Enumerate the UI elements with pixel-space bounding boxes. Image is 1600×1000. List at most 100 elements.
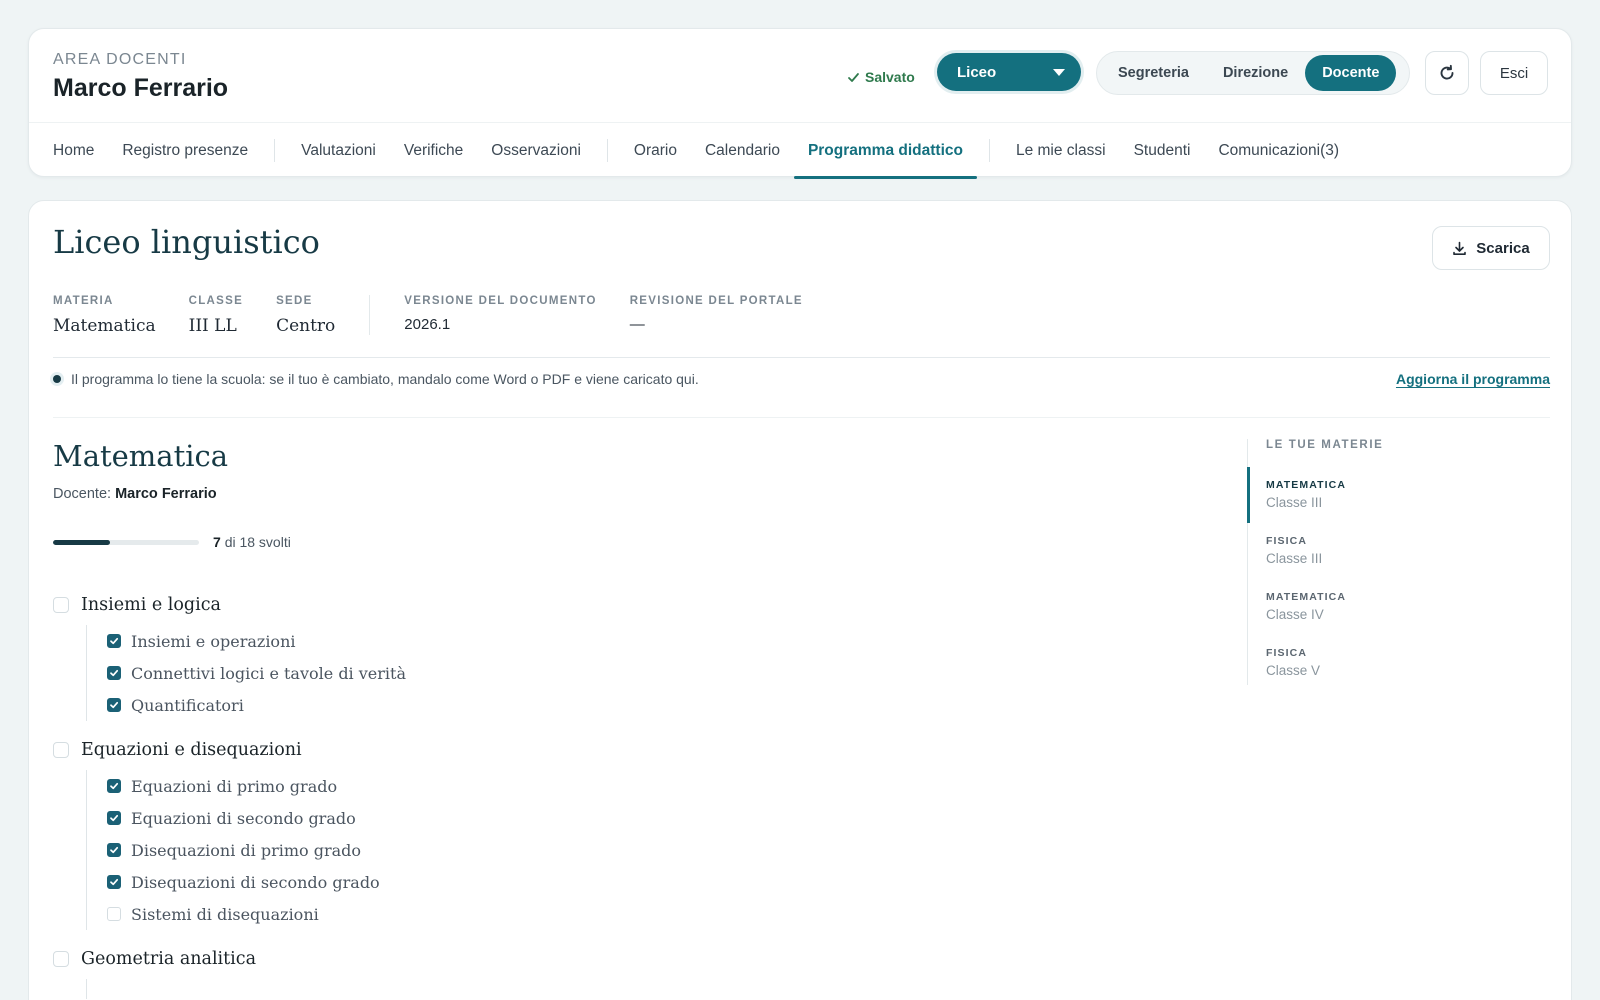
divider (53, 357, 1550, 358)
role-docente-button[interactable]: Docente (1305, 55, 1397, 91)
subtopic-checkbox[interactable] (107, 666, 121, 680)
subject-item-class: Classe III (1266, 551, 1323, 566)
subject-item-fisica-iii[interactable]: FISICA Classe III (1248, 523, 1547, 579)
meta-divider (369, 295, 371, 335)
nav-programma-didattico[interactable]: Programma didattico (793, 123, 977, 179)
topic-header: Insiemi e logica (53, 593, 1153, 617)
subtopic-checkbox[interactable] (107, 811, 121, 825)
subtopic-checkbox[interactable] (107, 875, 121, 889)
info-banner: Il programma lo tiene la scuola: se il t… (53, 371, 1550, 387)
subject-item-class: Classe IV (1266, 607, 1324, 622)
topic-list: Insiemi e logica Insiemi e operazioni Co… (53, 593, 1153, 1000)
subtopic-label: Equazioni di secondo grado (131, 808, 356, 828)
progress-done: 7 (213, 534, 221, 550)
meta-versione-value: 2026.1 (404, 316, 451, 333)
meta-sede-label: SEDE (276, 295, 313, 307)
program-card: Liceo linguistico Scarica MATERIA Matema… (28, 200, 1572, 1000)
progress-suffix: di 18 svolti (224, 534, 291, 550)
subject-item-fisica-v[interactable]: FISICA Classe V (1248, 635, 1547, 691)
divider (53, 417, 1550, 418)
nav-home[interactable]: Home (39, 123, 108, 178)
document-meta: MATERIA Matematica CLASSE III LL SEDE Ce… (53, 295, 836, 336)
subtopic-label: Disequazioni di primo grado (131, 840, 362, 860)
subtopic-checkbox[interactable] (107, 843, 121, 857)
role-segreteria-button[interactable]: Segreteria (1101, 55, 1206, 91)
nav-comunicazioni[interactable]: Comunicazioni(3) (1204, 123, 1353, 178)
chevron-down-icon (1053, 68, 1065, 76)
meta-classe-label: CLASSE (188, 295, 244, 307)
meta-classe-value: III LL (188, 316, 237, 336)
nav-verifiche[interactable]: Verifiche (390, 123, 477, 178)
topic-checkbox[interactable] (53, 742, 69, 758)
subtopic-checkbox[interactable] (107, 779, 121, 793)
topic-item: Equazioni e disequazioni Equazioni di pr… (53, 738, 1153, 930)
topic-label: Equazioni e disequazioni (81, 740, 302, 760)
meta-revisione-value: — (629, 316, 645, 333)
subtopic-item: Quantificatori (107, 689, 1153, 721)
download-button[interactable]: Scarica (1432, 226, 1550, 270)
meta-sede: SEDE Centro (276, 295, 335, 336)
meta-classe: CLASSE III LL (189, 295, 243, 336)
nav-orario[interactable]: Orario (620, 123, 691, 178)
progress-fill (53, 539, 110, 545)
subtopic-item: Connettivi logici e tavole di verità (107, 657, 1153, 689)
meta-materia-value: Matematica (53, 316, 156, 336)
subtopic-item: Equazioni di primo grado (107, 770, 1153, 802)
subject-item-name: MATEMATICA (1266, 479, 1347, 491)
nav-registro-presenze[interactable]: Registro presenze (108, 123, 262, 178)
main-nav: Home Registro presenze Valutazioni Verif… (29, 122, 1571, 179)
document-title: Liceo linguistico (53, 223, 320, 261)
meta-versione-label: VERSIONE DEL DOCUMENTO (404, 295, 597, 307)
download-label: Scarica (1476, 239, 1530, 257)
saved-status: Salvato (847, 65, 915, 89)
meta-sede-value: Centro (276, 316, 336, 336)
school-select-value: Liceo (957, 63, 997, 81)
subject-item-matematica-iii[interactable]: MATEMATICA Classe III (1247, 467, 1547, 523)
nav-valutazioni[interactable]: Valutazioni (287, 123, 390, 178)
topic-label: Geometria analitica (81, 949, 257, 969)
topic-label: Insiemi e logica (81, 595, 221, 615)
topic-checkbox[interactable] (53, 597, 69, 613)
meta-revisione: REVISIONE DEL PORTALE — (630, 295, 803, 336)
info-dot-icon (53, 375, 61, 383)
exit-button[interactable]: Esci (1480, 51, 1548, 95)
meta-materia-label: MATERIA (53, 295, 114, 307)
teacher-line: Docente: Marco Ferrario (53, 486, 217, 502)
teacher-name: Marco Ferrario (115, 486, 217, 502)
topic-header: Geometria analitica (53, 947, 1153, 971)
progress-bar (53, 539, 199, 545)
subject-item-name: MATEMATICA (1266, 591, 1347, 603)
nav-osservazioni[interactable]: Osservazioni (477, 123, 595, 178)
subtopic-checkbox[interactable] (107, 634, 121, 648)
refresh-button[interactable] (1425, 51, 1469, 95)
role-direzione-button[interactable]: Direzione (1206, 55, 1305, 91)
subtopic-checkbox[interactable] (107, 698, 121, 712)
subjects-list: MATEMATICA Classe III FISICA Classe III … (1247, 467, 1547, 691)
update-program-link[interactable]: Aggiorna il programma (1396, 371, 1550, 387)
area-label: AREA DOCENTI (53, 51, 187, 68)
nav-le-mie-classi[interactable]: Le mie classi (1002, 123, 1120, 178)
progress-text: 7 di 18 svolti (213, 534, 291, 550)
meta-materia: MATERIA Matematica (53, 295, 156, 336)
meta-versione: VERSIONE DEL DOCUMENTO 2026.1 (404, 295, 596, 336)
subtopic-label: Quantificatori (131, 695, 244, 715)
subtopic-list: Insiemi e operazioni Connettivi logici e… (86, 625, 1153, 721)
subtopic-item: Disequazioni di primo grado (107, 834, 1153, 866)
nav-studenti[interactable]: Studenti (1120, 123, 1205, 178)
topic-checkbox[interactable] (53, 951, 69, 967)
subtopic-list (86, 979, 1153, 999)
topic-item: Insiemi e logica Insiemi e operazioni Co… (53, 593, 1153, 721)
user-name: Marco Ferrario (53, 74, 229, 102)
subtopic-checkbox[interactable] (107, 907, 121, 921)
subtopic-label: Sistemi di disequazioni (131, 904, 319, 924)
subtopic-label: Connettivi logici e tavole di verità (131, 663, 406, 683)
subtopic-label: Insiemi e operazioni (131, 631, 296, 651)
subject-item-class: Classe III (1266, 495, 1323, 510)
subject-item-matematica-iv[interactable]: MATEMATICA Classe IV (1248, 579, 1547, 635)
info-text: Il programma lo tiene la scuola: se il t… (71, 371, 699, 387)
subjects-sidebar: LE TUE MATERIE MATEMATICA Classe III FIS… (1247, 439, 1547, 685)
download-icon (1453, 241, 1467, 255)
nav-calendario[interactable]: Calendario (691, 123, 794, 178)
school-select[interactable]: Liceo (937, 53, 1081, 91)
subtopic-item: Equazioni di secondo grado (107, 802, 1153, 834)
